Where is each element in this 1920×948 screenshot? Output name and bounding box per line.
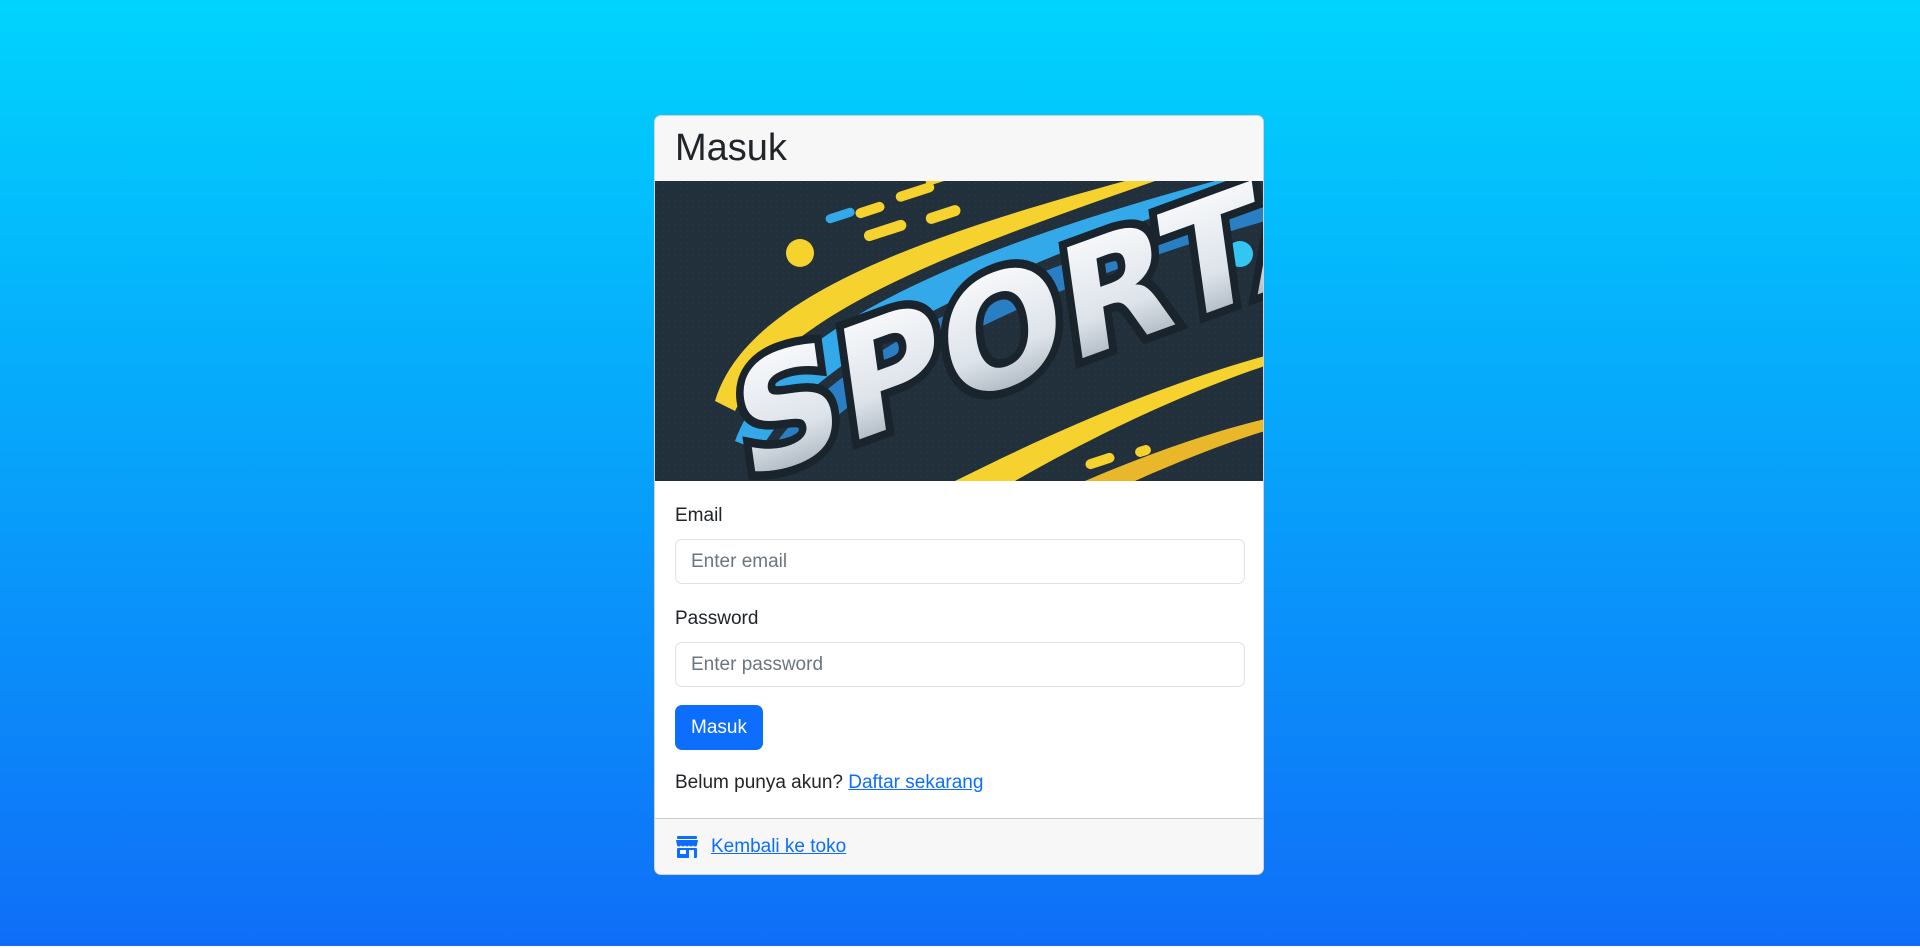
password-field[interactable] bbox=[675, 642, 1245, 687]
register-row: Belum punya akun? Daftar sekarang bbox=[675, 772, 1243, 794]
page-title: Masuk bbox=[675, 127, 787, 169]
email-label: Email bbox=[675, 505, 723, 526]
card-body: Email Password Masuk Belum punya akun? D… bbox=[655, 481, 1263, 817]
card-header: Masuk bbox=[655, 116, 1263, 181]
sporta-banner-image: SPORTA SPORTA bbox=[655, 181, 1263, 481]
back-to-store-link[interactable]: Kembali ke toko bbox=[711, 836, 846, 858]
password-group: Password bbox=[675, 608, 1245, 687]
email-field[interactable] bbox=[675, 539, 1245, 584]
password-label: Password bbox=[675, 608, 759, 629]
register-link[interactable]: Daftar sekarang bbox=[848, 772, 983, 793]
email-group: Email bbox=[675, 505, 1245, 584]
login-button[interactable]: Masuk bbox=[675, 705, 763, 750]
register-prompt: Belum punya akun? bbox=[675, 772, 843, 793]
login-card: Masuk SPORTA SPORTA Email Enter email Pa… bbox=[654, 115, 1264, 875]
card-footer: Kembali ke toko bbox=[655, 818, 1263, 874]
store-icon bbox=[676, 835, 698, 858]
